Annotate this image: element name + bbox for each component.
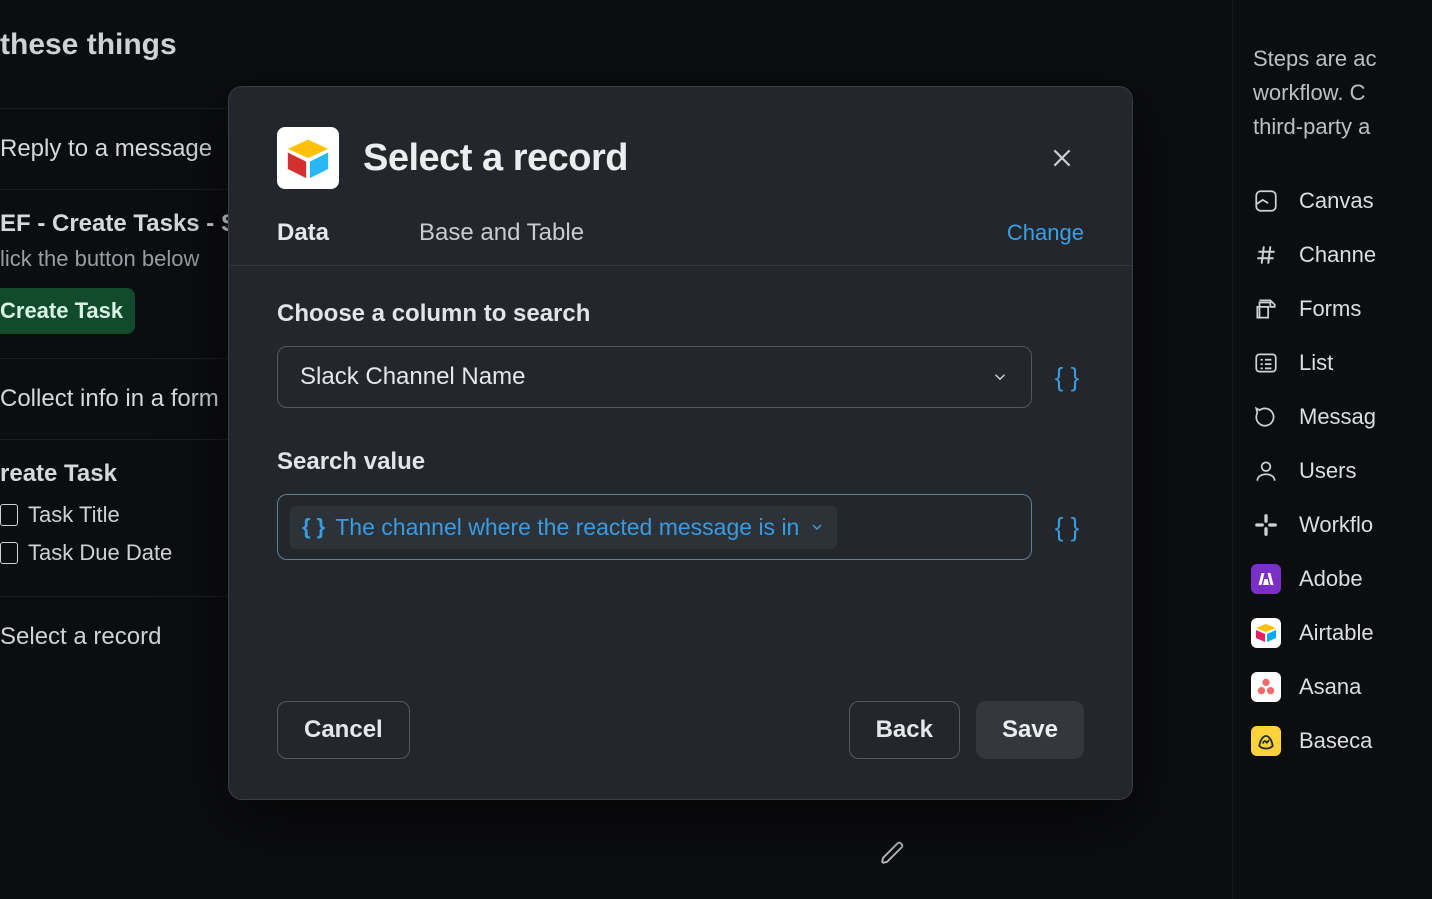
- bg-row-ef: EF - Create Tasks - S lick the button be…: [0, 189, 240, 358]
- sidebar-item-airtable[interactable]: Airtable: [1251, 606, 1432, 660]
- sidebar-item-channel[interactable]: Channe: [1251, 228, 1432, 282]
- sidebar-item-canvas[interactable]: Canvas: [1251, 174, 1432, 228]
- sidebar-item-asana[interactable]: Asana: [1251, 660, 1432, 714]
- column-label: Choose a column to search: [277, 300, 1084, 328]
- variable-chip[interactable]: { } The channel where the reacted messag…: [290, 506, 837, 549]
- close-button[interactable]: [1040, 136, 1084, 180]
- list-icon: [1251, 348, 1281, 378]
- user-icon: [1251, 456, 1281, 486]
- basecamp-icon: [1251, 726, 1281, 756]
- sidebar-item-list[interactable]: List: [1251, 336, 1432, 390]
- bg-row-select-record[interactable]: Select a record: [0, 596, 240, 677]
- cancel-button[interactable]: Cancel: [277, 701, 410, 759]
- canvas-icon: [1251, 186, 1281, 216]
- sidebar-item-workflow[interactable]: Workflo: [1251, 498, 1432, 552]
- pencil-icon[interactable]: [880, 840, 906, 866]
- sidebar-item-basecamp[interactable]: Baseca: [1251, 714, 1432, 768]
- slack-icon: [1251, 510, 1281, 540]
- hash-icon: [1251, 240, 1281, 270]
- doc-icon: [0, 504, 18, 526]
- braces-icon: { }: [1055, 512, 1080, 543]
- sidebar-item-users[interactable]: Users: [1251, 444, 1432, 498]
- back-button[interactable]: Back: [849, 701, 960, 759]
- dialog-body: Choose a column to search Slack Channel …: [229, 266, 1132, 687]
- dialog-footer: Cancel Back Save: [229, 687, 1132, 799]
- bg-row-form[interactable]: Collect info in a form: [0, 358, 240, 439]
- dialog-header: Select a record: [229, 87, 1132, 213]
- column-select[interactable]: Slack Channel Name: [277, 346, 1032, 408]
- braces-icon: { }: [1055, 362, 1080, 393]
- select-record-dialog: Select a record Data Base and Table Chan…: [228, 86, 1133, 800]
- sidebar-intro: Steps are ac workflow. C third-party a: [1253, 42, 1432, 144]
- dialog-tabs: Data Base and Table Change: [229, 213, 1132, 266]
- search-value-input[interactable]: { } The channel where the reacted messag…: [277, 494, 1032, 560]
- airtable-logo: [277, 127, 339, 189]
- bg-row-reply[interactable]: Reply to a message: [0, 108, 240, 189]
- tab-base-table[interactable]: Base and Table: [419, 219, 584, 247]
- doc-icon: [0, 542, 18, 564]
- forms-icon: [1251, 294, 1281, 324]
- sidebar-item-adobe[interactable]: Adobe: [1251, 552, 1432, 606]
- asana-icon: [1251, 672, 1281, 702]
- create-task-button[interactable]: Create Task: [0, 288, 135, 334]
- chevron-down-icon: [991, 368, 1009, 386]
- braces-icon: { }: [302, 514, 325, 540]
- adobe-icon: [1251, 564, 1281, 594]
- tab-data[interactable]: Data: [277, 219, 329, 247]
- insert-variable-button[interactable]: { }: [1050, 510, 1084, 544]
- workflow-background: these things Reply to a message EF - Cre…: [0, 0, 240, 899]
- steps-sidebar: Steps are ac workflow. C third-party a C…: [1232, 0, 1432, 899]
- message-icon: [1251, 402, 1281, 432]
- chevron-down-icon: [809, 519, 825, 535]
- dialog-title: Select a record: [363, 137, 628, 180]
- close-icon: [1049, 145, 1075, 171]
- bg-row-create-task: reate Task Task Title Task Due Date: [0, 439, 240, 596]
- sidebar-item-message[interactable]: Messag: [1251, 390, 1432, 444]
- bg-heading: these things: [0, 28, 240, 62]
- search-value-label: Search value: [277, 448, 1084, 476]
- sidebar-item-forms[interactable]: Forms: [1251, 282, 1432, 336]
- insert-variable-button[interactable]: { }: [1050, 360, 1084, 394]
- save-button[interactable]: Save: [976, 701, 1084, 759]
- change-link[interactable]: Change: [1007, 220, 1084, 246]
- airtable-icon: [1251, 618, 1281, 648]
